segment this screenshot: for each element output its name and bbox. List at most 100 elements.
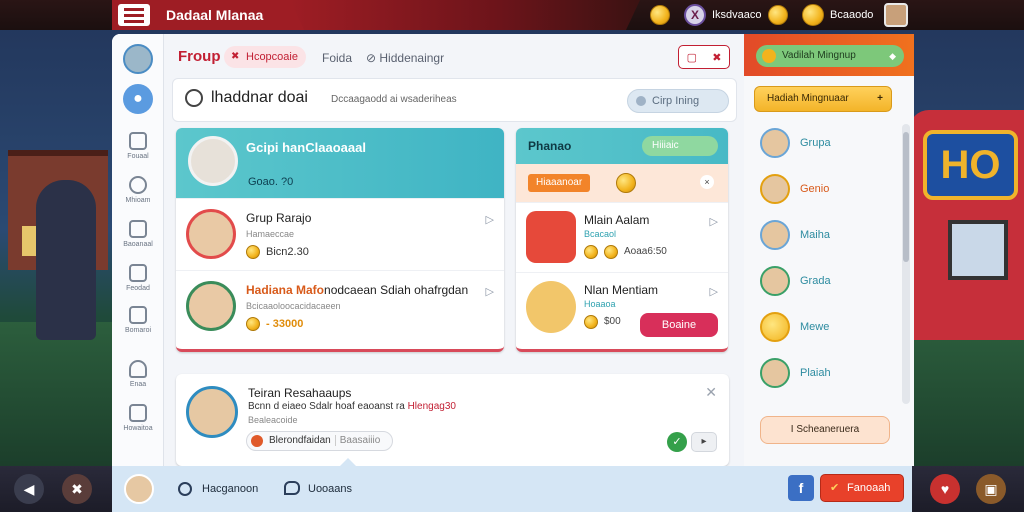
top-bar: Dadaal Mlanaa X Iksdvaaco Bcaaodo: [0, 0, 1024, 30]
search-button[interactable]: Cirp Ining: [627, 89, 729, 113]
smile-icon: [760, 312, 790, 342]
list-item-name-highlight: Hadiana Mafonodcaean Sdiah ohafrgdan: [246, 283, 469, 297]
bell-icon: [129, 360, 147, 378]
coin-icon: [584, 245, 598, 259]
group-avatar[interactable]: [188, 136, 238, 186]
list-item-sub: Hamaeccae: [246, 229, 295, 239]
list-item-action-button[interactable]: Boaine: [640, 313, 718, 337]
tab-action-button[interactable]: ▢ ✖: [678, 45, 730, 69]
chat-bubble-icon[interactable]: ●: [123, 84, 153, 114]
notification-highlight: Hlengag30: [407, 401, 456, 412]
list-item-value: Bicn2.30: [266, 246, 309, 258]
list-item[interactable]: Mlain Aalam Bcacaol Aoaa6:50 ▷: [516, 202, 728, 272]
facebook-icon[interactable]: f: [788, 475, 814, 501]
notification-chip[interactable]: Blerondfaidan Baasaiiio: [246, 431, 394, 451]
search-subtitle: Dccaagaodd ai wsaderiheas: [331, 94, 457, 105]
close-icon[interactable]: ×: [700, 175, 714, 189]
friends-card-button[interactable]: Hiiiaic: [642, 136, 718, 156]
coin-icon: [584, 315, 598, 329]
friend-item[interactable]: Maiha: [760, 220, 910, 252]
smile-coin-icon[interactable]: [802, 4, 824, 26]
action-button[interactable]: Fanoaah: [820, 474, 904, 502]
friends-card-title: Phanao: [528, 139, 572, 153]
avatar: [186, 281, 236, 331]
coin-icon: [246, 245, 260, 259]
close-icon[interactable]: ✖: [62, 474, 92, 504]
heart-icon[interactable]: ♥: [930, 474, 960, 504]
coin-icon: [650, 5, 670, 25]
gift-icon[interactable]: ▣: [976, 474, 1006, 504]
friend-item[interactable]: Mewe: [760, 312, 910, 344]
friend-item[interactable]: Plaiah: [760, 358, 910, 390]
list-item[interactable]: Hadiana Mafonodcaean Sdiah ohafrgdan Bci…: [176, 270, 504, 342]
bottom-item-1[interactable]: Hacganoon: [202, 483, 258, 495]
chat-icon[interactable]: [284, 481, 300, 495]
list-item-sub: Bcicaaoloocacidacaeen: [246, 301, 341, 311]
circle-icon[interactable]: [178, 482, 192, 496]
rail-item-1[interactable]: Fouaal: [112, 132, 164, 160]
tab-3[interactable]: Hiddenaingr: [366, 51, 444, 65]
list-item-sub: Hoaaoa: [584, 299, 616, 309]
bottom-item-2[interactable]: Uooaans: [308, 483, 352, 495]
tab-bar: Froup Hcopcoaie Foida Hiddenaingr ▢✖: [172, 40, 737, 74]
tab-pill[interactable]: Hcopcoaie: [224, 46, 306, 68]
notification-card: Teiran Resahaaups Bcnn d eiaeo Sdalr hoa…: [176, 374, 729, 466]
rail-item-6[interactable]: Enaa: [112, 360, 164, 388]
banner-chip[interactable]: Hiaaanoar: [528, 174, 591, 192]
rail-item-5[interactable]: Bomaroi: [112, 306, 164, 334]
list-item[interactable]: Nlan Mentiam Hoaaoa $00 ▷ Boaine: [516, 272, 728, 342]
coin-icon: [246, 317, 260, 331]
rail-item-3[interactable]: Baoanaal: [112, 220, 164, 248]
window-icon: ▢: [686, 51, 697, 64]
right-panel: Vadilah Mingnup Hadiah Mingnuaar Grupa G…: [744, 34, 914, 466]
avatar: [760, 266, 790, 296]
list-item-sub: Bcacaol: [584, 229, 617, 239]
close-icon[interactable]: ✕: [705, 384, 717, 401]
chevron-right-icon: ▷: [709, 216, 718, 228]
smile-icon: [129, 176, 147, 194]
top-bar-label-2: Bcaaodo: [830, 9, 874, 21]
chip-label: Blerondfaidan: [269, 435, 331, 446]
bottom-avatar[interactable]: [124, 474, 154, 504]
schedule-button[interactable]: I Scheaneruera: [760, 416, 890, 444]
home-icon: [129, 404, 147, 422]
tab-2[interactable]: Foida: [322, 51, 352, 65]
brand-title: Dadaal Mlanaa: [166, 7, 264, 23]
tab-active[interactable]: Froup: [178, 48, 221, 65]
check-icon[interactable]: ✓: [667, 432, 687, 452]
avatar: [760, 358, 790, 388]
x-badge-icon[interactable]: X: [684, 4, 706, 26]
scrollbar[interactable]: [902, 124, 910, 404]
chevron-right-icon: ▷: [485, 286, 494, 298]
smile-coin-icon: [616, 173, 636, 193]
rail-item-4[interactable]: Feodad: [112, 264, 164, 292]
edit-icon: [129, 220, 147, 238]
right-panel-header: Vadilah Mingnup: [744, 34, 914, 76]
list-icon: [129, 306, 147, 324]
search-row: lhaddnar doai Dccaagaodd ai wsaderiheas …: [172, 78, 737, 122]
avatar[interactable]: [186, 386, 238, 438]
reward-pill[interactable]: Vadilah Mingnup: [756, 45, 904, 67]
search-icon[interactable]: [185, 89, 203, 107]
friend-item[interactable]: Grada: [760, 266, 910, 298]
menu-icon[interactable]: [118, 4, 150, 26]
close-icon: ✖: [712, 51, 722, 64]
rail-item-2[interactable]: Mhioam: [112, 176, 164, 204]
arcade-sign: HO: [923, 130, 1018, 200]
friend-item[interactable]: Grupa: [760, 128, 910, 160]
list-item-name: Nlan Mentiam: [584, 283, 659, 297]
chevron-right-icon: ▷: [709, 286, 718, 298]
user-avatar[interactable]: [884, 3, 908, 27]
weekly-reward-button[interactable]: Hadiah Mingnuaar: [754, 86, 892, 112]
back-icon[interactable]: ◀: [14, 474, 44, 504]
friend-name: Maiha: [800, 229, 830, 241]
rail-avatar[interactable]: [123, 44, 153, 74]
list-item[interactable]: Grup Rarajo Hamaeccae Bicn2.30 ▷: [176, 198, 504, 270]
rail-item-7[interactable]: Howaitoa: [112, 404, 164, 432]
friends-banner: Hiaaanoar ×: [516, 164, 728, 202]
scrollbar-thumb[interactable]: [903, 132, 909, 262]
list-item-name: Mlain Aalam: [584, 213, 650, 227]
friend-item[interactable]: Genio: [760, 174, 910, 206]
more-icon[interactable]: ▸: [691, 432, 717, 452]
notification-subline: Bealeacoide: [248, 415, 298, 425]
